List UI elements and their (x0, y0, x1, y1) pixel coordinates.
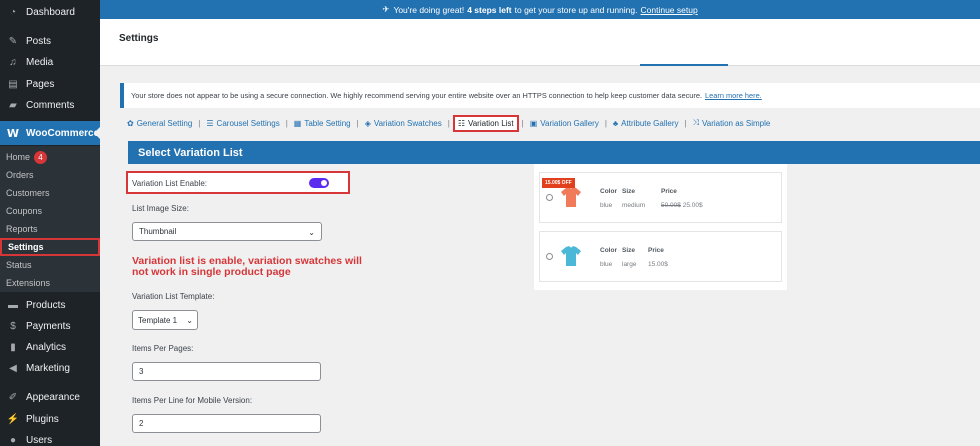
table-icon: ▦ (293, 118, 302, 128)
tab-variation-swatches[interactable]: ◈ Variation Swatches (362, 117, 445, 130)
layers-icon: ◈ (364, 118, 371, 128)
page-icon: ▤ (8, 78, 18, 90)
preview-row: Color Size Price blue large 15.00$ (539, 231, 782, 282)
megaphone-icon: ◀ (9, 362, 17, 374)
items-per-page-input[interactable]: 3 (132, 362, 321, 381)
user-icon: ● (9, 434, 17, 446)
section-title: Select Variation List (128, 141, 980, 164)
current-menu-arrow (94, 127, 100, 139)
dashboard-icon: ◔ (9, 6, 17, 18)
admin-sidebar: ◔ Dashboard ✎ Posts ♫ Media ▤ Pages ▰ Comment… (0, 0, 100, 446)
plug-icon: ⚡ (6, 413, 20, 425)
submenu-settings[interactable]: Settings (0, 238, 100, 256)
carousel-icon: ☰ (206, 118, 214, 128)
sale-badge: 15.00$ OFF (542, 178, 575, 188)
submenu-reports[interactable]: Reports (0, 220, 100, 238)
woo-icon: W (6, 126, 20, 140)
tab-variation-as-simple[interactable]: ⤨ Variation as Simple (690, 116, 774, 130)
gear-icon: ✿ (127, 118, 134, 128)
sidebar-item-dashboard[interactable]: ◔ Dashboard (0, 1, 100, 23)
setup-progress-bar: ✈ You're doing great! 4 steps left to ge… (100, 0, 980, 19)
variation-list-preview: 15.00$ OFF Color Size Price blue medium … (534, 164, 787, 290)
submenu-extensions[interactable]: Extensions (0, 274, 100, 292)
image-size-select[interactable]: Thumbnail ⌄ (132, 222, 322, 241)
sidebar-item-products[interactable]: ▬ Products (0, 294, 100, 316)
chevron-down-icon: ⌄ (308, 228, 315, 237)
submenu-home[interactable]: Home 4 (0, 148, 100, 166)
continue-setup-link[interactable]: Continue setup (641, 5, 698, 15)
sidebar-item-comments[interactable]: ▰ Comments (0, 94, 100, 116)
warning-message: Variation list is enable, variation swat… (132, 255, 362, 278)
sidebar-item-payments[interactable]: $ Payments (0, 315, 100, 337)
learn-more-link[interactable]: Learn more here. (705, 91, 762, 100)
https-notice: Your store does not appear to be using a… (120, 83, 980, 108)
tab-variation-gallery[interactable]: ▣ Variation Gallery (527, 117, 602, 130)
sidebar-item-analytics[interactable]: ▮ Analytics (0, 336, 100, 358)
tab-attribute-gallery[interactable]: ♣ Attribute Gallery (610, 117, 682, 130)
items-per-page-label: Items Per Pages: (132, 344, 194, 353)
enable-label: Variation List Enable: (132, 179, 208, 188)
variation-list-enable-toggle[interactable] (309, 178, 329, 188)
sidebar-item-plugins[interactable]: ⚡ Plugins (0, 408, 100, 430)
dollar-icon: $ (10, 320, 16, 332)
sidebar-item-appearance[interactable]: ✐ Appearance (0, 386, 100, 408)
variation-radio[interactable] (546, 194, 553, 201)
image-size-label: List Image Size: (132, 204, 189, 213)
active-tab-indicator (640, 64, 728, 66)
bar-chart-icon: ▮ (10, 341, 16, 353)
plugin-settings-tabs: ✿ General Setting | ☰ Carousel Settings | … (124, 114, 774, 132)
page-header: Settings (100, 19, 980, 66)
preview-row: 15.00$ OFF Color Size Price blue medium … (539, 172, 782, 223)
submenu-customers[interactable]: Customers (0, 184, 100, 202)
submenu-orders[interactable]: Orders (0, 166, 100, 184)
template-select[interactable]: Template 1 ⌄ (132, 310, 198, 330)
tshirt-icon (561, 187, 581, 207)
tshirt-icon (561, 246, 581, 266)
chevron-down-icon: ⌄ (186, 316, 193, 325)
sitemap-icon: ♣ (612, 118, 619, 128)
sidebar-item-pages[interactable]: ▤ Pages (0, 73, 100, 95)
pin-icon: ✎ (8, 35, 18, 47)
sidebar-item-media[interactable]: ♫ Media (0, 51, 100, 73)
sidebar-item-users[interactable]: ● Users (0, 429, 100, 446)
box-icon: ▬ (8, 299, 18, 311)
variation-list-enable-row: Variation List Enable: (126, 171, 350, 194)
gallery-icon: ▣ (529, 118, 538, 128)
tab-table-setting[interactable]: ▦ Table Setting (291, 117, 354, 130)
list-icon: ☷ (457, 118, 465, 128)
page-title: Settings (119, 33, 159, 44)
tab-carousel-settings[interactable]: ☰ Carousel Settings (203, 117, 282, 130)
home-badge: 4 (34, 150, 48, 164)
rocket-icon: ✈ (382, 4, 390, 15)
items-per-line-label: Items Per Line for Mobile Version: (132, 396, 253, 405)
items-per-line-input[interactable]: 2 (132, 414, 321, 433)
brush-icon: ✐ (8, 391, 18, 403)
template-label: Variation List Template: (132, 292, 215, 301)
submenu-status[interactable]: Status (0, 256, 100, 274)
tab-general-setting[interactable]: ✿ General Setting (124, 117, 195, 130)
sidebar-item-woocommerce[interactable]: W WooCommerce (0, 121, 100, 145)
variation-radio[interactable] (546, 253, 553, 260)
media-icon: ♫ (9, 56, 17, 68)
submenu-coupons[interactable]: Coupons (0, 202, 100, 220)
comment-icon: ▰ (9, 99, 17, 111)
sidebar-item-marketing[interactable]: ◀ Marketing (0, 357, 100, 379)
shuffle-icon: ⤨ (692, 118, 699, 127)
tab-variation-list[interactable]: ☷ Variation List (452, 114, 519, 132)
sidebar-item-posts[interactable]: ✎ Posts (0, 30, 100, 52)
